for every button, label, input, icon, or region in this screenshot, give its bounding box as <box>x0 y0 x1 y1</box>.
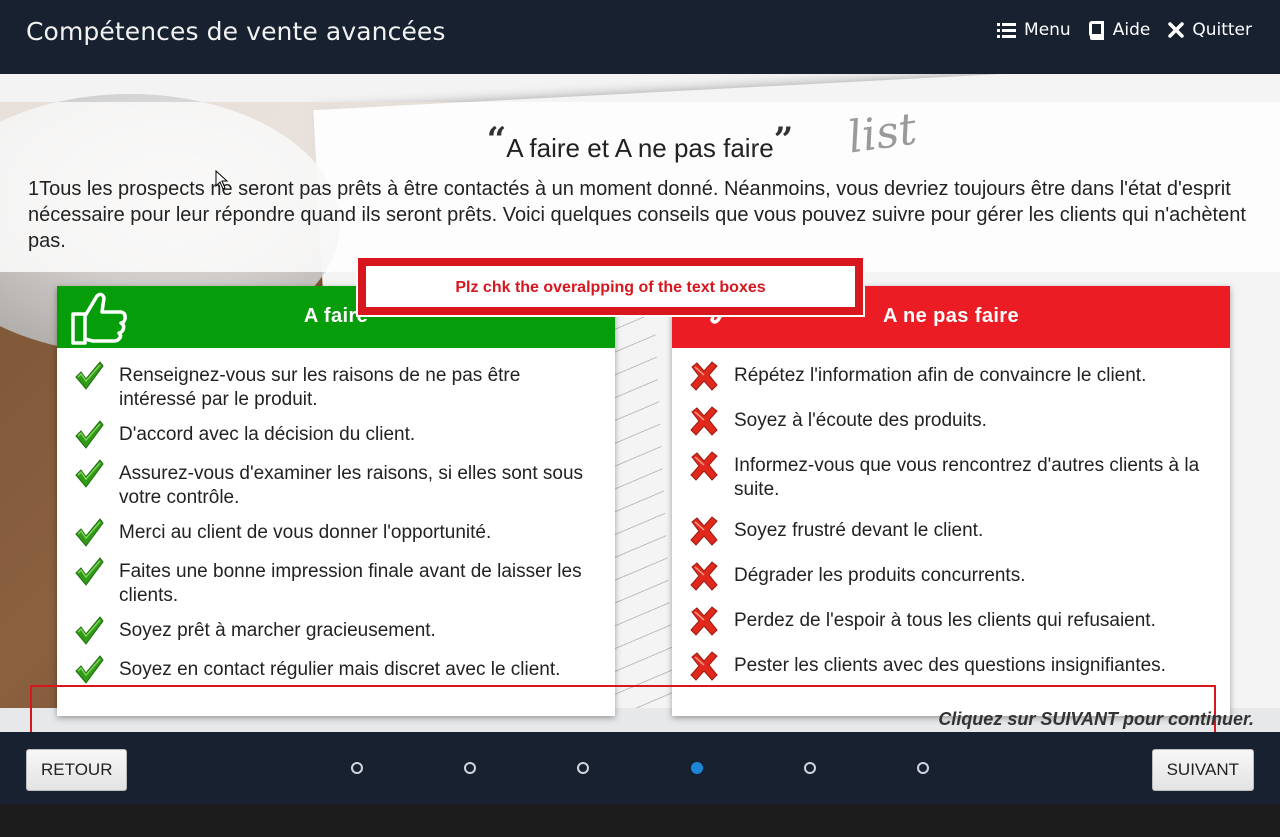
checkmark-icon <box>75 616 104 645</box>
header-bar: Compétences de vente avancées Menu Aide … <box>0 0 1280 74</box>
list-item: Pester les clients avec des questions in… <box>688 651 1206 682</box>
red-cross-icon <box>690 516 718 546</box>
do-card: A faire Renseignez-vous sur les raisons … <box>57 286 615 716</box>
page-dot-5[interactable] <box>804 762 816 774</box>
list-menu-icon <box>997 22 1017 38</box>
checkmark-icon <box>75 361 104 390</box>
red-cross-icon <box>690 651 718 681</box>
next-button[interactable]: SUIVANT <box>1151 749 1254 791</box>
bottom-bar <box>0 804 1280 837</box>
footer-nav: RETOUR SUIVANT <box>0 732 1280 804</box>
list-item: Soyez en contact régulier mais discret a… <box>73 655 591 686</box>
checkmark-icon <box>75 518 104 547</box>
book-icon <box>1088 20 1104 40</box>
mouse-cursor-icon <box>215 170 229 190</box>
do-list: Renseignez-vous sur les raisons de ne pa… <box>57 348 615 686</box>
menu-button[interactable]: Menu <box>997 20 1071 40</box>
dont-card: A ne pas faire Répétez l'information afi… <box>672 286 1230 716</box>
review-comment-box: Plz chk the overalpping of the text boxe… <box>356 256 865 317</box>
list-item: Merci au client de vous donner l'opportu… <box>73 518 591 549</box>
list-item: Informez-vous que vous rencontrez d'autr… <box>688 451 1206 502</box>
list-item: Perdez de l'espoir à tous les clients qu… <box>688 606 1206 637</box>
continue-hint: Cliquez sur SUIVANT pour continuer. <box>938 709 1254 729</box>
close-quote-icon: ” <box>773 120 794 160</box>
menu-label: Menu <box>1024 20 1071 40</box>
list-item: Soyez prêt à marcher gracieusement. <box>73 616 591 647</box>
list-item: Soyez à l'écoute des produits. <box>688 406 1206 437</box>
list-item: Assurez-vous d'examiner les raisons, si … <box>73 459 591 510</box>
red-cross-icon <box>690 451 718 481</box>
help-label: Aide <box>1112 20 1151 40</box>
slide-title-text: A faire et A ne pas faire <box>506 133 774 163</box>
list-item: D'accord avec la décision du client. <box>73 420 591 451</box>
page-dots <box>0 732 1280 804</box>
list-item: Dégrader les produits concurrents. <box>688 561 1206 592</box>
checkmark-icon <box>75 420 104 449</box>
page-dot-1[interactable] <box>351 762 363 774</box>
page-dot-3[interactable] <box>577 762 589 774</box>
intro-paragraph: 1Tous les prospects ne seront pas prêts … <box>28 178 1246 252</box>
help-button[interactable]: Aide <box>1088 20 1151 40</box>
red-cross-icon <box>690 406 718 436</box>
list-item: Renseignez-vous sur les raisons de ne pa… <box>73 361 591 412</box>
list-item: Répétez l'information afin de convaincre… <box>688 361 1206 392</box>
dont-list: Répétez l'information afin de convaincre… <box>672 348 1230 682</box>
review-comment-text: Plz chk the overalpping of the text boxe… <box>455 279 766 296</box>
checkmark-icon <box>75 655 104 684</box>
red-cross-icon <box>690 606 718 636</box>
slide-stage: list “A faire et A ne pas faire” 1Tous l… <box>0 74 1280 732</box>
list-item: Faites une bonne impression finale avant… <box>73 557 591 608</box>
close-icon <box>1168 22 1185 38</box>
header-nav: Menu Aide Quitter <box>997 20 1252 40</box>
open-quote-icon: “ <box>486 120 507 160</box>
list-item: Soyez frustré devant le client. <box>688 516 1206 547</box>
checkmark-icon <box>75 459 104 488</box>
checkmark-icon <box>75 557 104 586</box>
page-dot-4[interactable] <box>691 762 703 774</box>
page-dot-6[interactable] <box>917 762 929 774</box>
red-cross-icon <box>690 361 718 391</box>
slide-title: “A faire et A ne pas faire” <box>0 120 1280 164</box>
course-title: Compétences de vente avancées <box>26 17 446 46</box>
page-dot-2[interactable] <box>464 762 476 774</box>
quit-button[interactable]: Quitter <box>1168 20 1252 40</box>
quit-label: Quitter <box>1192 20 1252 40</box>
red-cross-icon <box>690 561 718 591</box>
